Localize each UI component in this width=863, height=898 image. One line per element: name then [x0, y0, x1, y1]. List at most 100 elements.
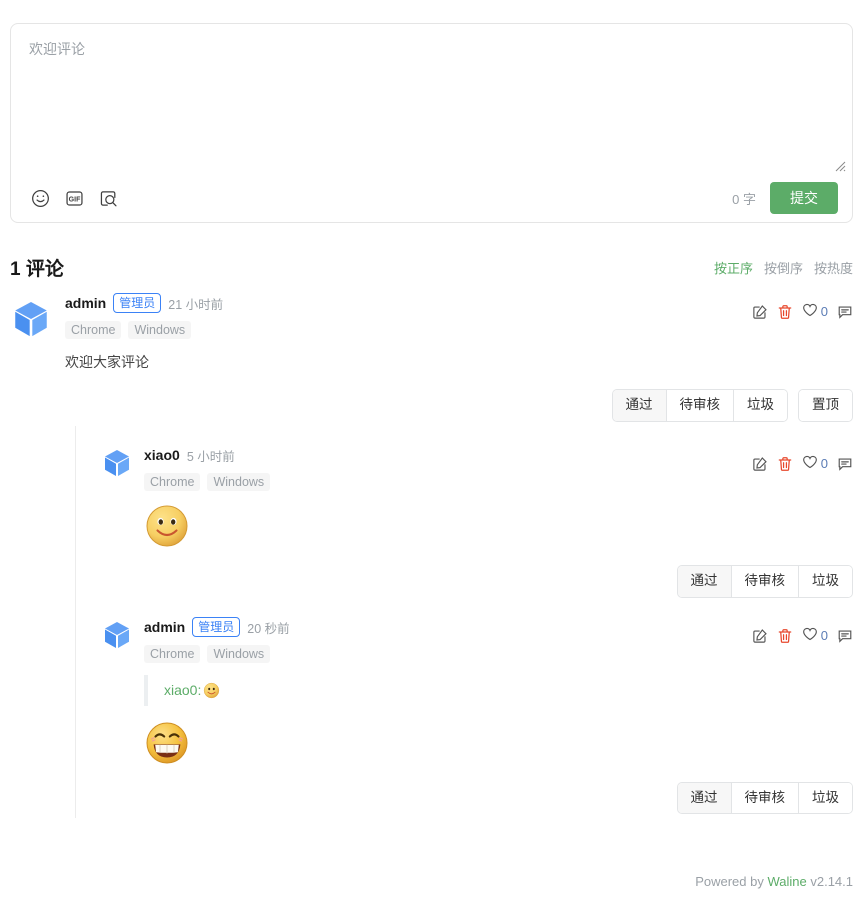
comment-author[interactable]: admin: [144, 619, 185, 635]
os-tag: Windows: [128, 321, 192, 339]
comment-meta: Chrome Windows: [144, 645, 853, 664]
comment-input[interactable]: [11, 24, 852, 176]
comment-body: admin 管理员 21 小时前 Chrome Windows 欢迎大家评论 0…: [65, 292, 853, 423]
like-button[interactable]: 0: [802, 454, 828, 473]
comment-time: 20 秒前: [247, 621, 290, 636]
comment-time: 21 小时前: [168, 297, 224, 312]
os-tag: Windows: [207, 473, 271, 492]
status-waiting-button[interactable]: 待审核: [731, 566, 799, 598]
comment-item: admin 管理员 20 秒前 Chrome Windows xiao0: 0 …: [101, 616, 853, 818]
edit-icon[interactable]: [752, 304, 768, 320]
sort-links: 按正序 按倒序 按热度: [714, 258, 853, 277]
powered-by: Powered by Waline v2.14.1: [0, 874, 853, 889]
status-badge: 管理员: [192, 617, 241, 638]
gif-icon[interactable]: GIF: [63, 187, 85, 209]
heart-icon: [802, 626, 818, 645]
comment-body: admin 管理员 20 秒前 Chrome Windows xiao0: 0 …: [144, 616, 853, 815]
comment-header: admin 管理员 21 小时前: [65, 292, 853, 314]
browser-tag: Chrome: [65, 321, 122, 339]
image-search-icon[interactable]: [97, 187, 119, 209]
browser-tag: Chrome: [144, 473, 201, 492]
editor-footer: GIF 0 字 提交: [11, 174, 852, 222]
os-tag: Windows: [207, 645, 271, 664]
like-count: 0: [820, 456, 828, 472]
page-title: 1 评论: [10, 259, 64, 280]
comment-header: xiao0 5 小时前: [144, 444, 853, 466]
comment-meta: Chrome Windows: [144, 473, 853, 492]
quote-author: xiao0:: [164, 682, 202, 699]
editor-submit-area: 0 字 提交: [732, 182, 838, 214]
comment-body: xiao0 5 小时前 Chrome Windows 0 通过 待审核 垃圾: [144, 444, 853, 599]
reply-block: admin 管理员 20 秒前 Chrome Windows xiao0: 0 …: [101, 616, 853, 818]
reply-icon[interactable]: [837, 456, 853, 472]
sort-hot[interactable]: 按热度: [814, 258, 853, 277]
comment-text: 欢迎大家评论: [65, 354, 149, 370]
comment-count-bar: 1 评论 按正序 按倒序 按热度: [10, 254, 853, 281]
heart-icon: [802, 302, 818, 321]
edit-icon[interactable]: [752, 628, 768, 644]
svg-text:GIF: GIF: [68, 196, 80, 203]
comment-content: xiao0:: [144, 675, 853, 765]
comment-content: 欢迎大家评论: [65, 351, 853, 373]
reply-icon[interactable]: [837, 304, 853, 320]
edit-icon[interactable]: [752, 456, 768, 472]
sticky-button[interactable]: 置顶: [799, 390, 852, 422]
comment-meta: Chrome Windows: [65, 321, 853, 339]
comment-editor-card: GIF 0 字 提交: [10, 23, 853, 223]
comment-time: 5 小时前: [186, 449, 235, 464]
heart-icon: [802, 454, 818, 473]
comment-header: admin 管理员 20 秒前: [144, 616, 853, 638]
status-waiting-button[interactable]: 待审核: [666, 390, 734, 422]
comment-list: admin 管理员 21 小时前 Chrome Windows 欢迎大家评论 0…: [10, 292, 853, 819]
reply-block: xiao0 5 小时前 Chrome Windows 0 通过 待审核 垃圾: [101, 444, 853, 616]
status-buttons-row: 通过 待审核 垃圾 置顶: [65, 389, 853, 423]
status-button-group: 通过 待审核 垃圾: [676, 781, 853, 815]
comment-actions: 0: [752, 626, 853, 645]
emoji-icon[interactable]: [29, 187, 51, 209]
comment-actions: 0: [752, 302, 853, 321]
status-button-group: 通过 待审核 垃圾: [676, 565, 853, 599]
like-button[interactable]: 0: [802, 302, 828, 321]
sort-ascending[interactable]: 按正序: [714, 258, 753, 277]
waline-link[interactable]: Waline: [767, 874, 806, 889]
comment-author[interactable]: admin: [65, 295, 106, 311]
comment-item: admin 管理员 21 小时前 Chrome Windows 欢迎大家评论 0…: [10, 292, 853, 426]
smiley-emoji: [203, 682, 220, 699]
like-button[interactable]: 0: [802, 626, 828, 645]
comment-item: xiao0 5 小时前 Chrome Windows 0 通过 待审核 垃圾: [101, 444, 853, 602]
avatar[interactable]: [101, 619, 133, 651]
status-spam-button[interactable]: 垃圾: [799, 782, 852, 814]
delete-icon[interactable]: [777, 304, 793, 320]
grin-emoji: [144, 720, 190, 766]
like-count: 0: [820, 304, 828, 319]
like-count: 0: [820, 628, 828, 644]
submit-button[interactable]: 提交: [770, 182, 838, 214]
status-buttons-row: 通过 待审核 垃圾: [144, 781, 853, 815]
smiley-emoji: [144, 503, 190, 549]
status-spam-button[interactable]: 垃圾: [734, 390, 787, 422]
status-approved-button[interactable]: 通过: [612, 390, 667, 422]
status-spam-button[interactable]: 垃圾: [799, 566, 852, 598]
status-button-group: 通过 待审核 垃圾: [611, 389, 788, 423]
comment-content: [144, 503, 853, 549]
status-approved-button[interactable]: 通过: [677, 566, 732, 598]
powered-prefix: Powered by: [695, 874, 768, 889]
word-count: 0 字: [732, 191, 756, 207]
status-badge: 管理员: [113, 292, 162, 314]
comment-author[interactable]: xiao0: [144, 447, 180, 463]
waline-version: v2.14.1: [806, 874, 853, 889]
comment-actions: 0: [752, 454, 853, 473]
comment-replies: xiao0 5 小时前 Chrome Windows 0 通过 待审核 垃圾 a…: [75, 426, 853, 819]
sticky-button-group: 置顶: [798, 389, 853, 423]
delete-icon[interactable]: [777, 456, 793, 472]
status-waiting-button[interactable]: 待审核: [731, 782, 799, 814]
avatar[interactable]: [10, 298, 52, 340]
status-buttons-row: 通过 待审核 垃圾: [144, 565, 853, 599]
status-approved-button[interactable]: 通过: [677, 782, 732, 814]
quoted-reply: xiao0:: [144, 675, 853, 706]
reply-icon[interactable]: [837, 628, 853, 644]
sort-descending[interactable]: 按倒序: [764, 258, 803, 277]
editor-toolbar: GIF: [29, 187, 119, 209]
avatar[interactable]: [101, 447, 133, 479]
delete-icon[interactable]: [777, 628, 793, 644]
